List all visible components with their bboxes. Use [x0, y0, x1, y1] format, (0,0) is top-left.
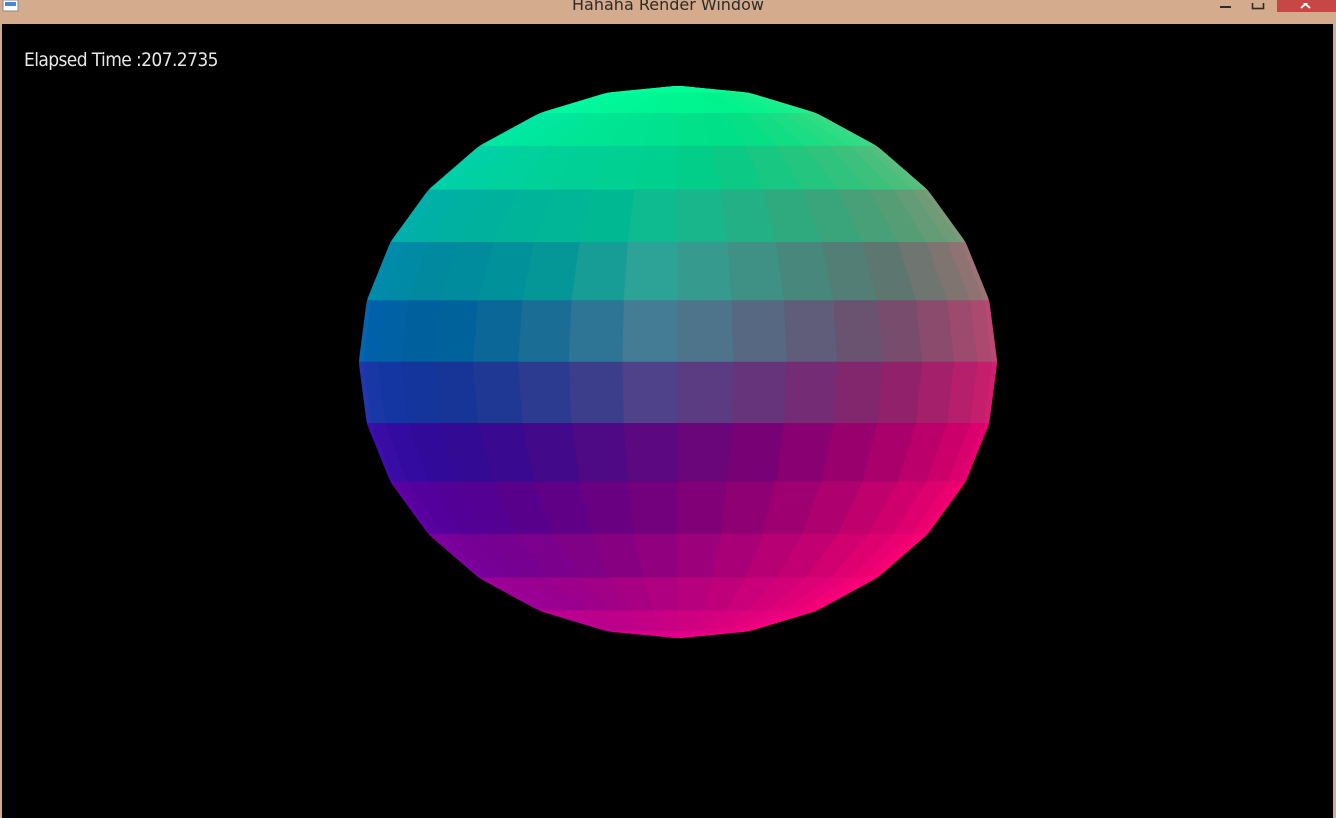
sphere-facet	[731, 300, 788, 363]
sphere	[359, 86, 997, 638]
sphere-facet	[622, 300, 679, 363]
sphere-facet	[568, 300, 625, 363]
sphere-facet	[877, 361, 923, 424]
sphere-facet	[627, 481, 679, 535]
maximize-icon	[1251, 0, 1265, 10]
sphere-facet	[518, 300, 572, 363]
close-button[interactable]	[1277, 0, 1336, 12]
sphere-facet	[677, 189, 729, 243]
sphere-facet	[571, 241, 629, 301]
sphere-facet	[627, 189, 679, 243]
sphere-facet	[833, 361, 884, 424]
sphere-facet	[433, 300, 479, 363]
sphere-facet	[727, 423, 785, 483]
sphere-facet	[727, 241, 785, 301]
close-icon	[1300, 0, 1311, 9]
sphere-facet	[677, 241, 733, 301]
sphere-facet	[568, 361, 625, 424]
sphere-facet	[401, 361, 441, 424]
sphere-facet	[677, 361, 734, 424]
sphere-facet	[571, 423, 629, 483]
sphere-facet	[623, 241, 679, 301]
render-window: Hahaha Render Window Elapsed Time :207.2…	[0, 0, 1336, 818]
title-bar[interactable]: Hahaha Render Window	[0, 0, 1336, 24]
sphere-facet	[877, 300, 923, 363]
sphere-facet	[784, 300, 838, 363]
sphere-facet	[677, 481, 729, 535]
sphere-facet	[677, 300, 734, 363]
window-title: Hahaha Render Window	[572, 0, 764, 14]
sphere-facets	[359, 86, 997, 638]
sphere-facet	[472, 361, 523, 424]
sphere-facet	[731, 361, 788, 424]
minimize-icon	[1220, 6, 1231, 8]
minimize-button[interactable]	[1216, 0, 1238, 12]
sphere-facet	[833, 300, 884, 363]
sphere-facet	[433, 361, 479, 424]
sphere-facet	[401, 300, 441, 363]
render-viewport[interactable]: Elapsed Time :207.2735	[2, 24, 1333, 818]
sphere-facet	[518, 361, 572, 424]
sphere-facet	[784, 361, 838, 424]
sphere-facet	[677, 423, 733, 483]
sphere-facet	[472, 300, 523, 363]
sphere-facet	[622, 361, 679, 424]
sphere-facet	[623, 423, 679, 483]
maximize-button[interactable]	[1246, 0, 1268, 12]
